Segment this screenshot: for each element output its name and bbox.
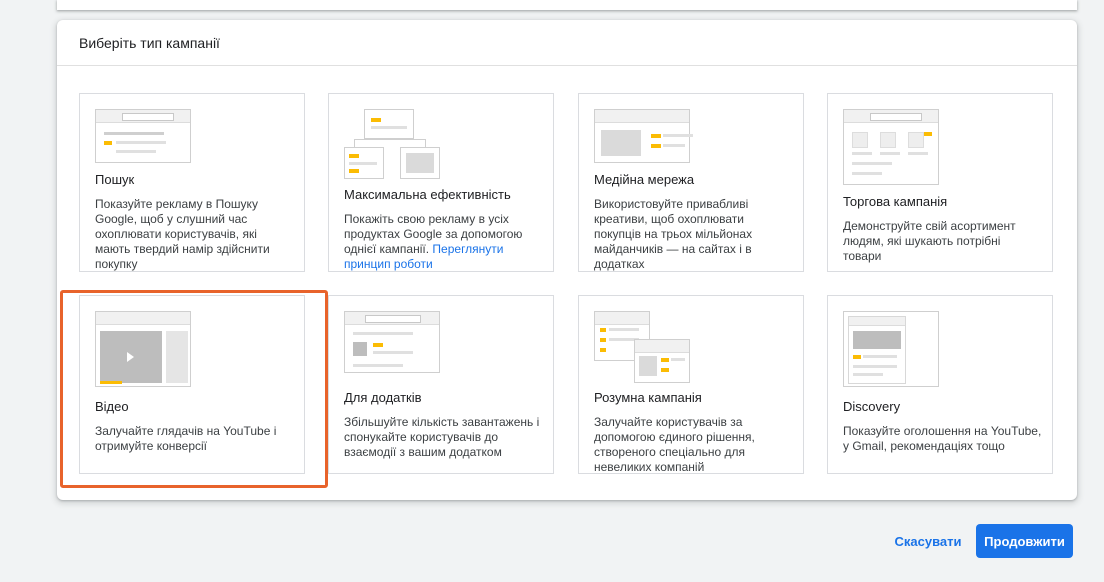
card-title: Розумна кампанія: [594, 390, 702, 405]
card-description: Демонструйте свій асортимент людям, які …: [843, 219, 1016, 263]
smart-campaign-illustration-icon: [594, 311, 690, 383]
app-illustration-icon: [344, 311, 440, 373]
discovery-illustration-icon: [843, 311, 939, 387]
card-title: Для додатків: [344, 390, 422, 405]
continue-button[interactable]: Продовжити: [976, 524, 1073, 558]
card-title: Медійна мережа: [594, 172, 695, 187]
card-description: Покажіть свою рекламу в усіх продуктах G…: [344, 212, 523, 271]
card-display[interactable]: Медійна мережа Використовуйте привабливі…: [578, 93, 804, 272]
card-description: Показуйте оголошення на YouTube, у Gmail…: [843, 424, 1042, 453]
selection-highlight: [60, 290, 328, 488]
card-title: Пошук: [95, 172, 135, 187]
card-description: Використовуйте привабливі креативи, щоб …: [594, 197, 753, 271]
card-app[interactable]: Для додатків Збільшуйте кількість завант…: [328, 295, 554, 474]
card-title: Максимальна ефективність: [344, 187, 511, 202]
performance-max-illustration-icon: [344, 109, 440, 179]
card-performance-max[interactable]: Максимальна ефективність Покажіть свою р…: [328, 93, 554, 272]
panel-title: Виберіть тип кампанії: [57, 20, 1077, 66]
card-smart[interactable]: Розумна кампанія Залучайте користувачів …: [578, 295, 804, 474]
card-title: Discovery: [843, 399, 901, 414]
previous-section-edge: [57, 0, 1077, 10]
card-discovery[interactable]: Discovery Показуйте оголошення на YouTub…: [827, 295, 1053, 474]
display-illustration-icon: [594, 109, 693, 163]
card-title: Торгова кампанія: [843, 194, 948, 209]
card-search[interactable]: Пошук Показуйте рекламу в Пошуку Google,…: [79, 93, 305, 272]
cancel-button[interactable]: Скасувати: [886, 528, 970, 554]
card-description: Показуйте рекламу в Пошуку Google, щоб у…: [95, 197, 270, 271]
card-description: Збільшуйте кількість завантажень і спону…: [344, 415, 540, 459]
card-description: Залучайте користувачів за допомогою єдин…: [594, 415, 755, 474]
search-illustration-icon: [95, 109, 191, 163]
card-shopping[interactable]: Торгова кампанія Демонструйте свій асорт…: [827, 93, 1053, 272]
shopping-illustration-icon: [843, 109, 939, 185]
